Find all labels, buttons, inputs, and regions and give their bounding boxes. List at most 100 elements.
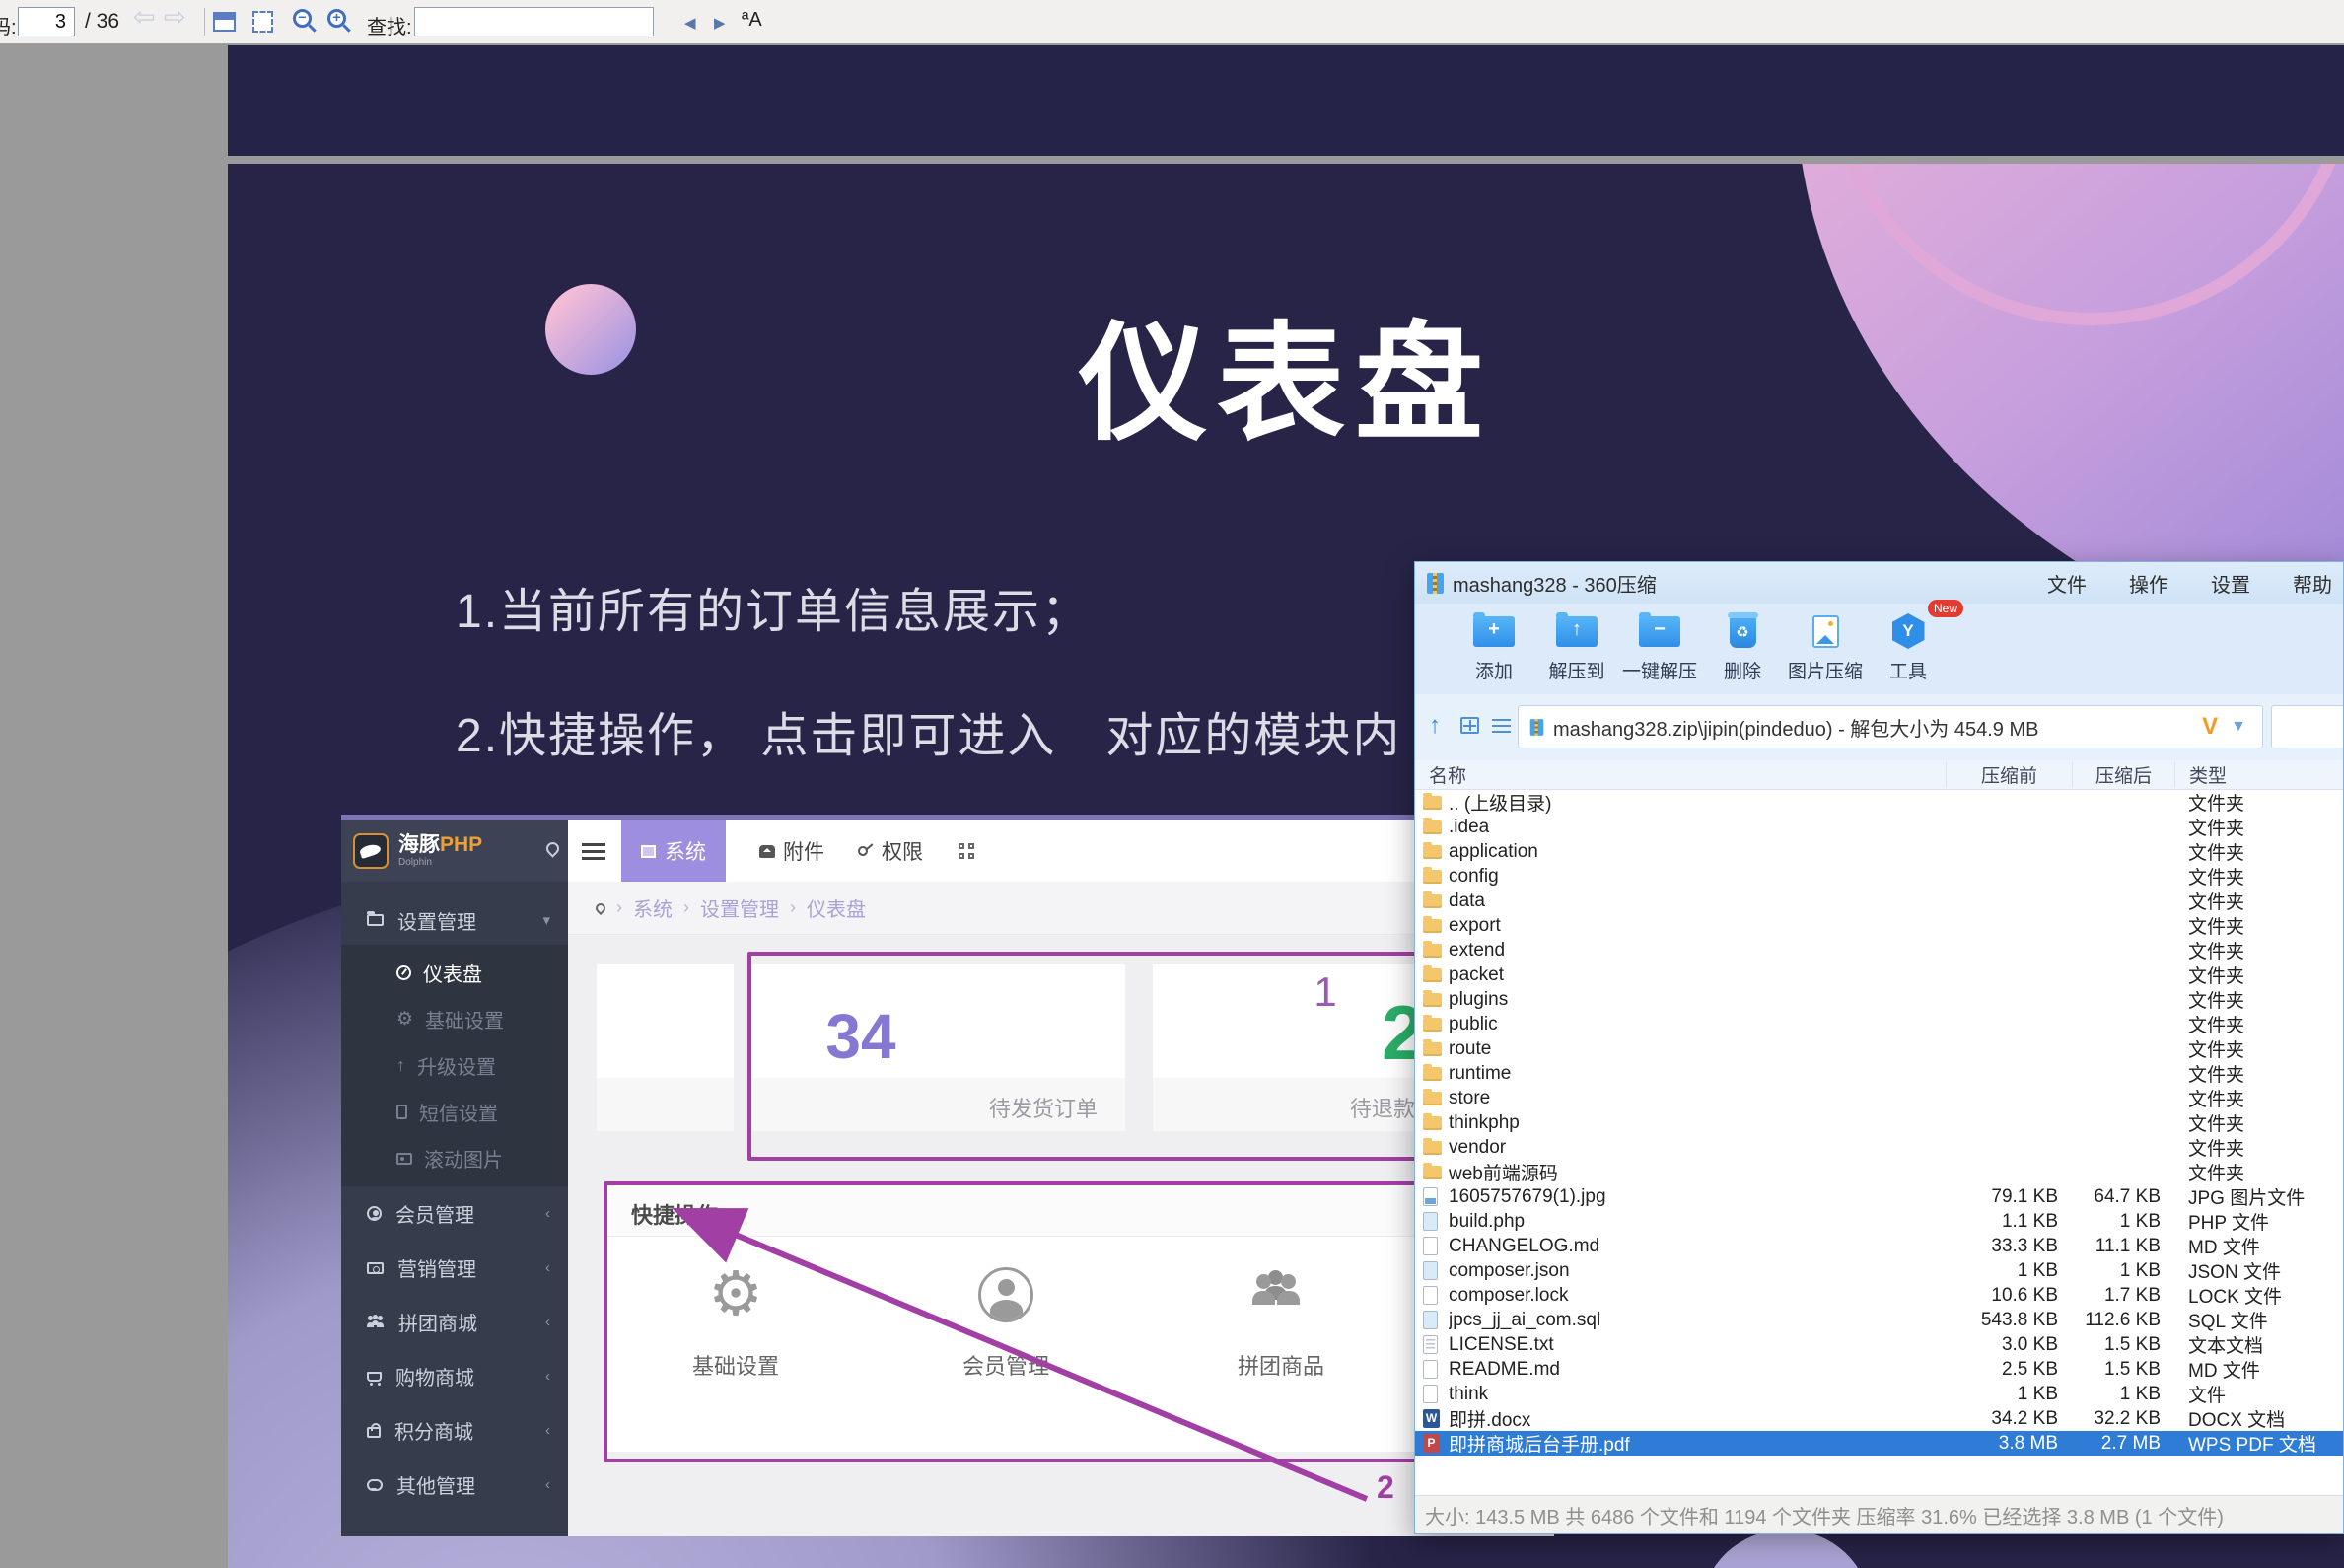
sidebar-section-groupbuy-mall[interactable]: 拼团商城 ‹ (341, 1295, 568, 1349)
breadcrumb-item-settings[interactable]: 设置管理 (700, 893, 779, 922)
folder-icon (1423, 1038, 1442, 1056)
stat-card-pending-shipment[interactable]: 34 待发货订单 (752, 964, 1125, 1131)
chevron-icon: ‹ (545, 1259, 550, 1276)
column-name[interactable]: 名称 (1415, 761, 1946, 788)
quick-item-members[interactable]: 会员管理 (927, 1262, 1085, 1381)
next-page-icon[interactable]: ⇨ (164, 2, 186, 33)
slide-decor-blob-bottom-right (1702, 1530, 1870, 1568)
file-row[interactable]: thinkphp 文件夹 (1415, 1110, 2343, 1135)
zoom-in-icon[interactable] (327, 9, 346, 28)
archive-tool-tools[interactable]: New 工具 (1869, 600, 1963, 683)
archive-titlebar[interactable]: mashang328 - 360压缩 文件 操作 设置 帮助 (1415, 562, 2343, 604)
file-row[interactable]: vendor 文件夹 (1415, 1135, 2343, 1160)
file-size-after: 11.1 KB (2095, 1235, 2161, 1256)
quick-item-basic-settings[interactable]: ⚙ 基础设置 (657, 1262, 815, 1381)
archive-tool-label: 工具 (1888, 662, 1927, 682)
vip-filter-icon[interactable]: V (2202, 713, 2218, 741)
folder-icon (1423, 1014, 1442, 1032)
find-input[interactable] (414, 7, 654, 36)
match-case-icon[interactable]: ªA (742, 9, 762, 32)
quick-item-groupbuy-goods[interactable]: 拼团商品 (1202, 1262, 1360, 1381)
page-number-input[interactable] (18, 7, 75, 36)
archive-tool-add[interactable]: 添加 (1455, 611, 1533, 683)
file-row[interactable]: README.md 2.5 KB 1.5 KB MD 文件 (1415, 1357, 2343, 1382)
sidebar-item-basic-settings[interactable]: 基础设置 (341, 996, 568, 1042)
column-size-after[interactable]: 压缩后 (2072, 761, 2174, 788)
list-view-icon[interactable] (1492, 719, 1511, 733)
archive-menu-file[interactable]: 文件 (2047, 569, 2087, 598)
sidebar-section-label: 购物商城 (395, 1368, 474, 1390)
page-number-label: 码: (0, 17, 17, 38)
file-row[interactable]: 1605757679(1).jpg 79.1 KB 64.7 KB JPG 图片文件 (1415, 1184, 2343, 1209)
dropdown-caret-icon[interactable]: ▼ (2231, 718, 2246, 736)
apps-grid-icon[interactable] (959, 843, 974, 859)
file-row[interactable]: LICENSE.txt 3.0 KB 1.5 KB 文本文档 (1415, 1332, 2343, 1357)
archive-tool-imgcompress[interactable]: 图片压缩 (1786, 611, 1865, 683)
sidebar-section-settings[interactable]: 设置管理 ▾ (341, 895, 568, 945)
file-row[interactable]: jpcs_jj_ai_com.sql 543.8 KB 112.6 KB SQL 文件 (1415, 1308, 2343, 1332)
hamburger-menu-icon[interactable] (582, 839, 605, 864)
file-row[interactable]: think 1 KB 1 KB 文件 (1415, 1382, 2343, 1406)
file-row[interactable]: application 文件夹 (1415, 839, 2343, 864)
fit-width-icon[interactable] (213, 12, 236, 32)
nav-tab-attachments[interactable]: 附件 (759, 836, 824, 866)
file-row[interactable]: 即拼商城后台手册.pdf 3.8 MB 2.7 MB WPS PDF 文档 (1415, 1431, 2343, 1456)
archive-menu-settings[interactable]: 设置 (2211, 569, 2250, 598)
sidebar-section-shopping-mall[interactable]: 购物商城 ‹ (341, 1349, 568, 1403)
archive-tool-extract-to[interactable]: 解压到 (1537, 611, 1616, 683)
file-row[interactable]: runtime 文件夹 (1415, 1061, 2343, 1086)
breadcrumb-item-system[interactable]: 系统 (633, 893, 673, 922)
nav-tab-permissions[interactable]: 权限 (855, 836, 923, 866)
sidebar-section-other[interactable]: 其他管理 ‹ (341, 1458, 568, 1512)
file-row[interactable]: extend 文件夹 (1415, 938, 2343, 962)
archive-tool-delete[interactable]: 删除 (1703, 611, 1782, 683)
quick-actions-panel: 快捷操作 ⚙ 基础设置 会员管理 拼团商品 (607, 1185, 1418, 1452)
file-row[interactable]: composer.json 1 KB 1 KB JSON 文件 (1415, 1258, 2343, 1283)
file-row[interactable]: .idea 文件夹 (1415, 815, 2343, 839)
archive-menu-help[interactable]: 帮助 (2293, 569, 2332, 598)
sidebar-item-carousel-images[interactable]: 滚动图片 (341, 1135, 568, 1181)
archive-search-input[interactable] (2271, 705, 2343, 748)
page-total: / 36 (85, 10, 120, 33)
file-name: application (1449, 840, 1538, 862)
file-row[interactable]: export 文件夹 (1415, 913, 2343, 938)
file-row[interactable]: build.php 1.1 KB 1 KB PHP 文件 (1415, 1209, 2343, 1234)
file-name: data (1449, 890, 1485, 911)
file-row[interactable]: 即拼.docx 34.2 KB 32.2 KB DOCX 文档 (1415, 1406, 2343, 1431)
file-row[interactable]: data 文件夹 (1415, 889, 2343, 913)
file-row[interactable]: .. (上级目录) 文件夹 (1415, 790, 2343, 815)
fit-page-icon[interactable] (252, 11, 273, 33)
file-row[interactable]: CHANGELOG.md 33.3 KB 11.1 KB MD 文件 (1415, 1234, 2343, 1258)
address-input[interactable]: mashang328.zip\jipin(pindeduo) - 解包大小为 4… (1518, 705, 2263, 748)
file-row[interactable]: public 文件夹 (1415, 1012, 2343, 1036)
nav-tab-system[interactable]: 系统 (621, 820, 726, 882)
file-row[interactable]: packet 文件夹 (1415, 962, 2343, 987)
file-row[interactable]: store 文件夹 (1415, 1086, 2343, 1110)
file-row[interactable]: config 文件夹 (1415, 864, 2343, 889)
archive-menu-operate[interactable]: 操作 (2129, 569, 2168, 598)
zoom-out-icon[interactable] (293, 9, 312, 28)
file-row[interactable]: web前端源码 文件夹 (1415, 1160, 2343, 1184)
sidebar-item-dashboard[interactable]: 仪表盘 (341, 950, 568, 996)
card-icon (367, 1261, 384, 1274)
file-row[interactable]: composer.lock 10.6 KB 1.7 KB LOCK 文件 (1415, 1283, 2343, 1308)
column-size-before[interactable]: 压缩前 (1946, 761, 2072, 788)
file-list-header[interactable]: 名称 压缩前 压缩后 类型 (1415, 760, 2343, 790)
breadcrumb-item-dashboard[interactable]: 仪表盘 (807, 893, 866, 922)
find-previous-icon[interactable]: ◀ (684, 14, 696, 32)
sidebar-section-marketing[interactable]: 营销管理 ‹ (341, 1241, 568, 1295)
grid-view-icon[interactable] (1460, 717, 1479, 734)
archive-tool-extract-one[interactable]: 一键解压 (1620, 611, 1699, 683)
sidebar-item-upgrade-settings[interactable]: 升级设置 (341, 1042, 568, 1089)
column-type[interactable]: 类型 (2174, 761, 2343, 788)
file-type: 文件夹 (2188, 1040, 2245, 1061)
file-row[interactable]: route 文件夹 (1415, 1036, 2343, 1061)
sidebar-item-sms-settings[interactable]: 短信设置 (341, 1089, 568, 1135)
file-type: PHP 文件 (2188, 1213, 2270, 1234)
up-directory-icon[interactable]: ↑ (1429, 712, 1441, 740)
sidebar-section-points-mall[interactable]: 积分商城 ‹ (341, 1403, 568, 1458)
previous-page-icon[interactable]: ⇦ (133, 2, 156, 33)
sidebar-section-members[interactable]: 会员管理 ‹ (341, 1186, 568, 1241)
find-next-icon[interactable]: ▶ (714, 14, 726, 32)
file-row[interactable]: plugins 文件夹 (1415, 987, 2343, 1012)
